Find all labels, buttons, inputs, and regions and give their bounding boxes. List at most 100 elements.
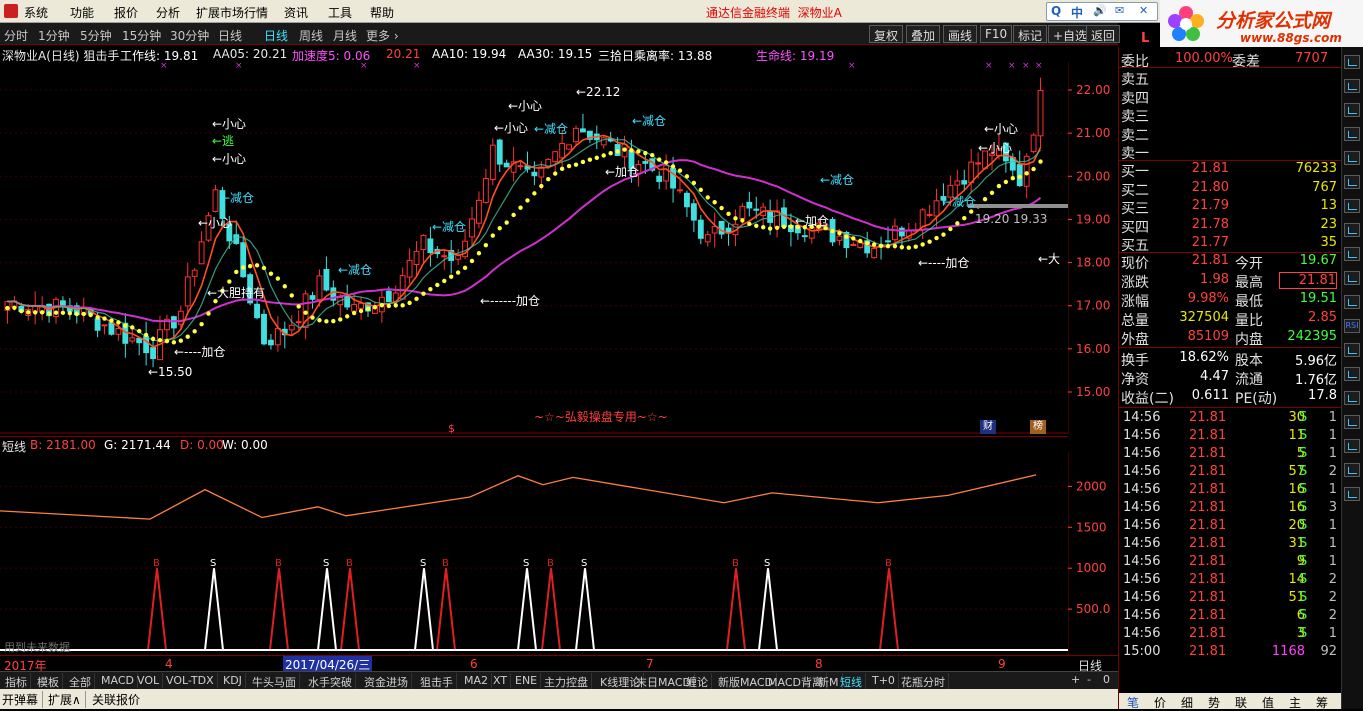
menu-bar: 系统 功能 报价 分析 扩展市场行情 资讯 工具 帮助 通达信金融终端 深物业A [0,0,1363,23]
candle-body [642,161,649,164]
period-30min[interactable]: 30分钟 [170,27,209,44]
signal-label: B [547,558,554,569]
overlay-button[interactable]: 叠加 [906,25,941,43]
candle-body [496,139,503,165]
list-icon[interactable] [1344,223,1360,237]
candle-body [316,275,323,301]
dot-marker [608,150,613,156]
candle-body [670,168,676,189]
candle-icon[interactable] [1344,79,1360,93]
mail-icon[interactable]: ✉ [1115,4,1124,17]
dot-marker [802,225,807,230]
extra3-icon[interactable] [1344,487,1360,501]
indicator-tab-4[interactable]: VOL [134,673,164,688]
zoom-in-icon[interactable] [1344,391,1360,405]
chart-icon[interactable] [1344,151,1360,165]
quote-tab-1[interactable]: 价 [1154,694,1166,711]
quote-tab-5[interactable]: 值 [1262,694,1274,711]
menu-extended-market[interactable]: 扩展市场行情 [196,4,268,21]
indicator-tab-22[interactable]: T+0 [869,673,899,688]
ranking-badge[interactable]: 榜 [1030,420,1046,434]
dot-marker [60,310,66,315]
tab-control-1[interactable]: - [1087,673,1091,686]
f10-button[interactable]: F10 [980,25,1013,43]
draw-line-button[interactable]: 画线 [943,25,978,43]
period-intraday[interactable]: 分时 [4,27,28,44]
buy-level-price: 21.77 [1191,235,1229,250]
indicator-tab-3[interactable]: MACD [98,673,138,688]
period-5min[interactable]: 5分钟 [80,27,112,44]
extend-button[interactable]: 扩展∧ [48,691,86,708]
indicator-tab-11[interactable]: MA2 [461,673,493,688]
menu-analysis[interactable]: 分析 [156,4,180,21]
gauge-icon[interactable] [1344,271,1360,285]
quote-tab-0[interactable]: 笔 [1127,694,1139,711]
move-icon[interactable] [1344,367,1360,381]
quote-tab-4[interactable]: 联 [1235,694,1247,711]
indicator-tab-13[interactable]: ENE [512,673,542,688]
rsi-icon[interactable]: RSI [1344,319,1360,333]
short-line-chart[interactable]: BSBSBSBSBSBSB [0,452,1068,655]
indicator-tab-12[interactable]: XT [490,673,512,688]
quote-tab-2[interactable]: 细 [1181,694,1193,711]
menu-help[interactable]: 帮助 [370,4,394,21]
finance-badge[interactable]: 财 [980,420,996,434]
search-icon[interactable]: Q [1051,4,1061,18]
extra2-icon[interactable] [1344,463,1360,477]
quote-tab-7[interactable]: 筹 [1316,694,1328,711]
mark-button[interactable]: 标记 [1013,25,1048,43]
exchange-flag: L [1141,31,1150,46]
dot-marker [622,147,627,152]
chart3-icon[interactable] [1344,343,1360,357]
main-indicator-line: 深物业A(日线) 狙击手 工作线: 19.81 AA05: 20.21 加速度5… [0,46,1068,62]
tab-control-2[interactable]: 0 [1103,673,1110,686]
menu-news[interactable]: 资讯 [284,4,308,21]
tick-flag: S [1299,518,1308,534]
bar-icon[interactable] [1344,103,1360,117]
period-daily[interactable]: 日线 [264,27,288,44]
dot-marker [116,320,121,325]
candle-body [240,242,247,278]
search-box[interactable]: Q 中 🔊 ✉ ✕ [1046,2,1158,21]
candle-body [801,235,808,238]
candlestick-chart[interactable]: × × × × × × × × × [0,62,1068,434]
danmaku-button[interactable]: 开弹幕 [2,691,44,708]
tick-count: 2 [1328,464,1337,480]
chart2-icon[interactable] [1344,175,1360,189]
tick-time: 14:56 [1123,446,1161,462]
flag-icon[interactable] [1344,295,1360,309]
period-monthly[interactable]: 月线 [333,27,357,44]
period-more[interactable]: 更多 › [366,27,399,44]
app-icon[interactable] [4,4,18,18]
menu-system[interactable]: 系统 [24,4,48,21]
indicator-tab-6[interactable]: KDJ [220,673,246,688]
menu-tools[interactable]: 工具 [328,4,352,21]
period-15min[interactable]: 15分钟 [122,27,161,44]
line-icon[interactable] [1344,127,1360,141]
indicator-tab-5[interactable]: VOL-TDX [163,673,218,688]
stat-label: 量比 [1235,313,1263,330]
period-60min[interactable]: 日线 [218,27,242,44]
extra1-icon[interactable] [1344,439,1360,453]
menu-quote[interactable]: 报价 [114,4,138,21]
menu-function[interactable]: 功能 [70,4,94,21]
dot-marker [844,234,849,239]
related-quote-button[interactable]: 关联报价 [92,691,140,708]
quote-tab-6[interactable]: 主 [1289,694,1301,711]
close-icon[interactable]: ✕ [1139,4,1148,17]
period-weekly[interactable]: 周线 [299,27,323,44]
candle-body [503,162,510,168]
restore-rights-button[interactable]: 复权 [869,25,904,43]
candle-body [996,148,1002,156]
info-icon[interactable] [1344,247,1360,261]
quote-tab-3[interactable]: 势 [1208,694,1220,711]
tab-control-0[interactable]: + [1071,673,1080,686]
zoom-out-icon[interactable] [1344,415,1360,429]
back-button[interactable]: 返回 [1086,25,1121,43]
period-1min[interactable]: 1分钟 [38,27,70,44]
speaker-icon[interactable]: 🔊 [1093,4,1107,17]
grid-icon[interactable] [1344,55,1360,69]
chinese-input-icon[interactable]: 中 [1071,4,1083,21]
indicator-value-work-line: 工作线: 19.81 [120,49,199,62]
table-icon[interactable] [1344,199,1360,213]
